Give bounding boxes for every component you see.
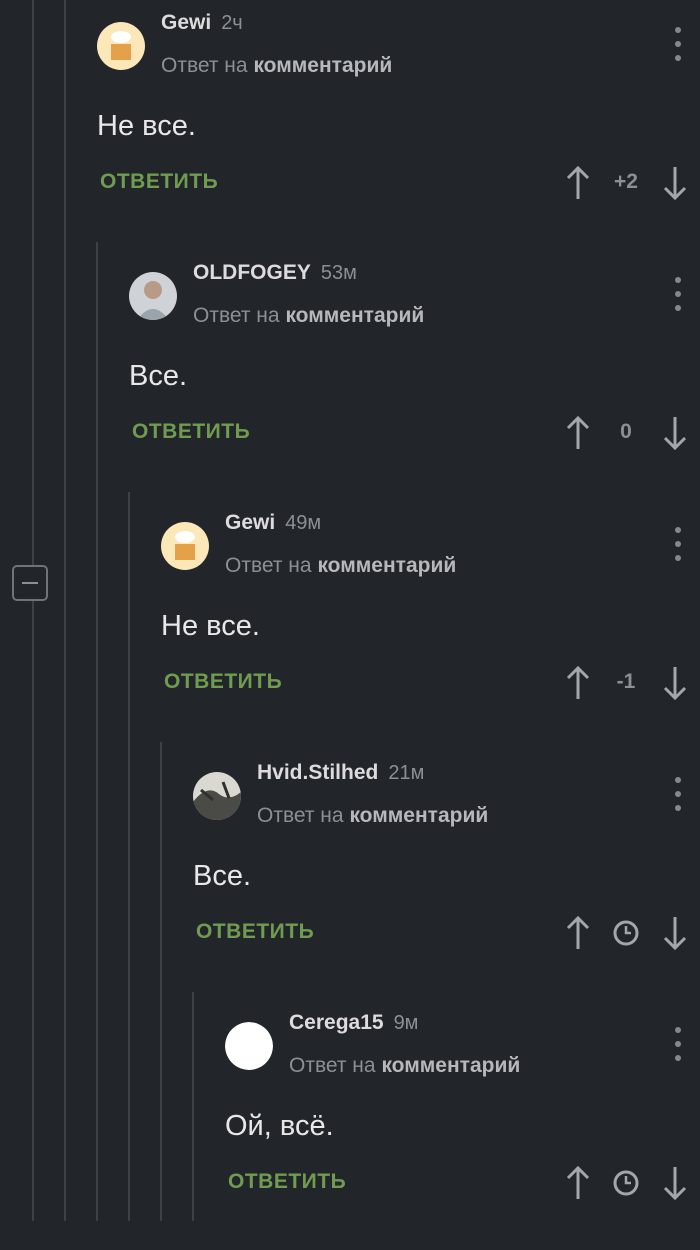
downvote-arrow-icon[interactable] bbox=[662, 165, 688, 201]
comment-time: 49м bbox=[285, 512, 322, 534]
reply-button[interactable]: ОТВЕТИТЬ bbox=[132, 420, 250, 444]
comment-time: 2ч bbox=[221, 12, 243, 34]
reply-to: Ответ на комментарий bbox=[225, 554, 456, 578]
reply-to-link[interactable]: комментарий bbox=[253, 54, 392, 77]
reply-button[interactable]: ОТВЕТИТЬ bbox=[164, 670, 282, 694]
comment: Cerega15 9м Ответ на комментарий Ой, всё.… bbox=[0, 1000, 700, 1250]
comment-author[interactable]: Gewi 2ч bbox=[161, 11, 243, 35]
clock-icon bbox=[613, 920, 639, 946]
upvote-arrow-icon[interactable] bbox=[565, 415, 591, 451]
upvote-arrow-icon[interactable] bbox=[565, 665, 591, 701]
reply-to-prefix: Ответ на bbox=[161, 54, 248, 77]
avatar[interactable] bbox=[97, 22, 145, 70]
more-options-icon[interactable] bbox=[672, 27, 684, 61]
downvote-arrow-icon[interactable] bbox=[662, 665, 688, 701]
comment-text: Не все. bbox=[161, 610, 260, 642]
comment: Gewi 49м Ответ на комментарий Не все. ОТВ… bbox=[0, 500, 700, 750]
author-name[interactable]: Gewi bbox=[161, 11, 211, 34]
upvote-arrow-icon[interactable] bbox=[565, 915, 591, 951]
reply-to-link[interactable]: комментарий bbox=[285, 304, 424, 327]
downvote-arrow-icon[interactable] bbox=[662, 415, 688, 451]
comment-text: Ой, всё. bbox=[225, 1110, 334, 1142]
reply-to-link[interactable]: комментарий bbox=[381, 1054, 520, 1077]
upvote-arrow-icon[interactable] bbox=[565, 1165, 591, 1201]
reply-to-link[interactable]: комментарий bbox=[317, 554, 456, 577]
comment: Gewi 2ч Ответ на комментарий Не все. ОТВЕ… bbox=[0, 0, 700, 250]
reply-to-prefix: Ответ на bbox=[289, 1054, 376, 1077]
avatar[interactable] bbox=[225, 1022, 273, 1070]
comment-time: 21м bbox=[388, 762, 425, 784]
author-name[interactable]: Gewi bbox=[225, 511, 275, 534]
comment-text: Все. bbox=[193, 860, 252, 892]
downvote-arrow-icon[interactable] bbox=[662, 1165, 688, 1201]
rating-value: -1 bbox=[616, 670, 636, 693]
author-name[interactable]: Hvid.Stilhed bbox=[257, 761, 378, 784]
reply-to: Ответ на комментарий bbox=[257, 804, 488, 828]
comment-text: Все. bbox=[129, 360, 188, 392]
comment-author[interactable]: Gewi 49м bbox=[225, 511, 321, 535]
reply-to-link[interactable]: комментарий bbox=[349, 804, 488, 827]
author-name[interactable]: OLDFOGEY bbox=[193, 261, 311, 284]
comment: OLDFOGEY 53м Ответ на комментарий Все. ОТ… bbox=[0, 250, 700, 500]
avatar[interactable] bbox=[193, 772, 241, 820]
comment-time: 9м bbox=[393, 1012, 419, 1034]
more-options-icon[interactable] bbox=[672, 527, 684, 561]
upvote-arrow-icon[interactable] bbox=[565, 165, 591, 201]
reply-button[interactable]: ОТВЕТИТЬ bbox=[196, 920, 314, 944]
comment: Hvid.Stilhed 21м Ответ на комментарий Все… bbox=[0, 750, 700, 1000]
comment-author[interactable]: Hvid.Stilhed 21м bbox=[257, 761, 424, 785]
more-options-icon[interactable] bbox=[672, 1027, 684, 1061]
author-name[interactable]: Cerega15 bbox=[289, 1011, 384, 1034]
avatar[interactable] bbox=[129, 272, 177, 320]
clock-icon bbox=[613, 1170, 639, 1196]
reply-button[interactable]: ОТВЕТИТЬ bbox=[228, 1170, 346, 1194]
downvote-arrow-icon[interactable] bbox=[662, 915, 688, 951]
comment-text: Не все. bbox=[97, 110, 196, 142]
reply-to-prefix: Ответ на bbox=[225, 554, 312, 577]
comment-author[interactable]: OLDFOGEY 53м bbox=[193, 261, 357, 285]
more-options-icon[interactable] bbox=[672, 277, 684, 311]
rating-value: +2 bbox=[614, 170, 638, 193]
rating-value: 0 bbox=[620, 420, 632, 443]
reply-to: Ответ на комментарий bbox=[161, 54, 392, 78]
avatar[interactable] bbox=[161, 522, 209, 570]
reply-to-prefix: Ответ на bbox=[193, 304, 280, 327]
more-options-icon[interactable] bbox=[672, 777, 684, 811]
reply-button[interactable]: ОТВЕТИТЬ bbox=[100, 170, 218, 194]
reply-to: Ответ на комментарий bbox=[193, 304, 424, 328]
comment-time: 53м bbox=[320, 262, 357, 284]
comment-author[interactable]: Cerega15 9м bbox=[289, 1011, 418, 1035]
reply-to-prefix: Ответ на bbox=[257, 804, 344, 827]
reply-to: Ответ на комментарий bbox=[289, 1054, 520, 1078]
